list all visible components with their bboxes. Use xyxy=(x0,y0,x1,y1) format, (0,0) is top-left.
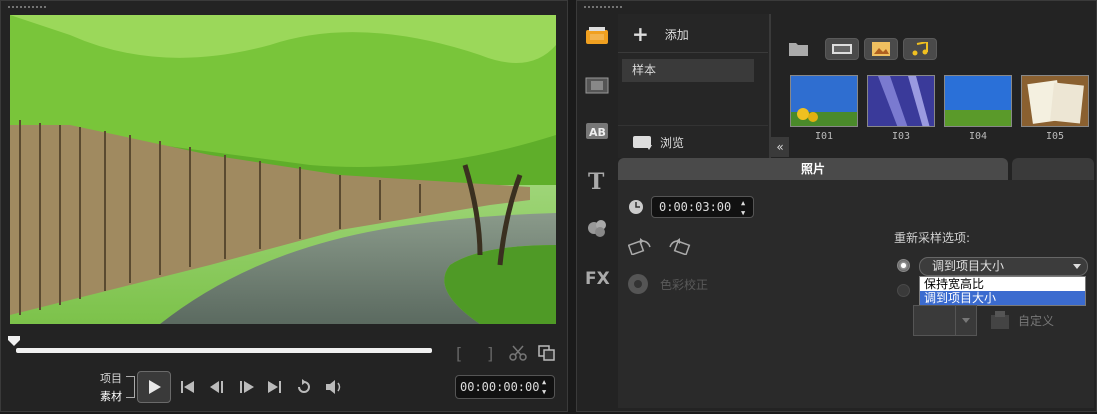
sidebar-transition[interactable]: AB xyxy=(578,114,616,148)
mode-clip-label[interactable]: 素材 xyxy=(100,388,122,404)
resample-select[interactable]: 调到项目大小 xyxy=(919,257,1088,276)
thumbnail-i05[interactable] xyxy=(1021,75,1089,127)
color-correction-button[interactable]: 色彩校正 xyxy=(660,276,708,293)
options-tabs: 照片 xyxy=(618,158,1094,180)
timecode-value: 00:00:00:00 xyxy=(460,380,540,394)
thumbnail-i04[interactable] xyxy=(944,75,1012,127)
home-icon[interactable] xyxy=(180,380,196,394)
title-icon: T xyxy=(588,170,605,192)
size-preset-select[interactable] xyxy=(913,305,977,336)
panel-grip[interactable] xyxy=(583,5,623,9)
dropdown-option-selected[interactable]: 调到项目大小 xyxy=(920,291,1085,305)
add-button[interactable]: + 添加 xyxy=(618,16,768,52)
photo-icon xyxy=(872,42,890,56)
copy-icon[interactable] xyxy=(538,345,556,361)
rotate-left-icon[interactable] xyxy=(628,237,654,255)
prev-frame-icon[interactable] xyxy=(209,380,227,394)
thumbnail-image xyxy=(945,76,1011,126)
divider xyxy=(618,52,768,53)
thumbnail-image xyxy=(791,76,857,126)
play-icon xyxy=(149,380,161,394)
folder-icon[interactable] xyxy=(788,40,810,58)
resample-radio-custom[interactable] xyxy=(897,284,910,297)
preview-image xyxy=(10,15,556,324)
film-strip-icon xyxy=(832,44,852,54)
transition-icon: AB xyxy=(586,123,608,139)
sidebar-media[interactable] xyxy=(578,18,616,52)
sidebar-fx[interactable]: FX xyxy=(578,260,616,294)
add-label: 添加 xyxy=(664,27,689,42)
sidebar-instant[interactable] xyxy=(578,68,616,102)
duration-value: 0:00:03:00 xyxy=(659,200,732,214)
thumbnail-i03[interactable] xyxy=(867,75,935,127)
next-frame-icon[interactable] xyxy=(238,380,256,394)
repeat-icon[interactable] xyxy=(295,378,313,396)
resample-dropdown: 保持宽高比 调到项目大小 xyxy=(919,276,1086,306)
volume-icon[interactable] xyxy=(325,379,345,395)
mark-out-icon[interactable]: ] xyxy=(487,344,493,363)
film-icon xyxy=(585,77,609,94)
thumbnail-label: I04 xyxy=(968,131,988,142)
fx-icon: FX xyxy=(585,269,610,288)
thumbnail-i01[interactable] xyxy=(790,75,858,127)
video-preview xyxy=(10,15,556,324)
folder-sample[interactable]: 样本 xyxy=(622,59,754,82)
chevron-down-icon xyxy=(955,306,976,335)
svg-text:AB: AB xyxy=(589,126,606,139)
panel-grip[interactable] xyxy=(7,5,47,9)
timecode-spinner[interactable]: ▲ ▼ xyxy=(542,378,552,396)
filter-photo-button[interactable] xyxy=(864,38,898,60)
tab-attribute[interactable] xyxy=(1012,158,1094,180)
clock-icon xyxy=(629,200,643,214)
svg-text:T: T xyxy=(588,170,605,192)
svg-text:FX: FX xyxy=(585,269,610,288)
plus-icon: + xyxy=(632,22,649,46)
duration-field[interactable]: 0:00:03:00 ▲ ▼ xyxy=(651,196,754,218)
play-button[interactable] xyxy=(137,371,171,403)
timecode-field[interactable]: 00:00:00:00 ▲ ▼ xyxy=(455,375,555,399)
filter-audio-button[interactable] xyxy=(903,38,937,60)
browse-button[interactable]: 浏览 xyxy=(618,125,768,158)
filter-video-button[interactable] xyxy=(825,38,859,60)
resample-radio-selected[interactable] xyxy=(897,259,910,272)
end-icon[interactable] xyxy=(267,380,283,394)
thumbnail-label: I05 xyxy=(1045,131,1065,142)
resample-selected-value: 调到项目大小 xyxy=(932,259,1005,273)
custom-size-icon[interactable] xyxy=(988,309,1012,331)
mode-connector xyxy=(126,376,135,398)
thumbnail-label: I03 xyxy=(891,131,911,142)
music-icon xyxy=(912,42,928,56)
timeline-scrubber[interactable] xyxy=(16,348,432,353)
thumbnail-label: I01 xyxy=(814,131,834,142)
color-wheel-icon xyxy=(628,274,648,294)
browse-label: 浏览 xyxy=(660,135,685,150)
graphics-icon xyxy=(588,220,606,237)
mode-project-label[interactable]: 项目 xyxy=(100,370,122,386)
sidebar-graphics[interactable] xyxy=(578,211,616,245)
rotate-right-icon[interactable] xyxy=(666,237,692,255)
mark-in-icon[interactable]: [ xyxy=(456,344,462,363)
duration-spinner[interactable]: ▲ ▼ xyxy=(741,199,751,217)
dropdown-option[interactable]: 保持宽高比 xyxy=(920,277,1085,291)
browse-icon xyxy=(633,136,652,150)
resample-label: 重新采样选项: xyxy=(894,231,971,245)
chevron-down-icon xyxy=(1073,264,1081,269)
tab-photo[interactable]: 照片 xyxy=(618,158,1008,180)
custom-label: 自定义 xyxy=(1018,314,1055,328)
library-sidebar: AB T FX xyxy=(578,14,616,410)
scissors-icon[interactable] xyxy=(509,345,527,361)
scrub-handle[interactable] xyxy=(8,336,20,346)
sidebar-title[interactable]: T xyxy=(578,164,616,198)
media-icon xyxy=(586,27,608,44)
thumbnail-image xyxy=(868,76,934,126)
thumbnail-image xyxy=(1022,76,1088,126)
media-thumbnails: I01 I03 I04 I05 xyxy=(778,14,1094,158)
